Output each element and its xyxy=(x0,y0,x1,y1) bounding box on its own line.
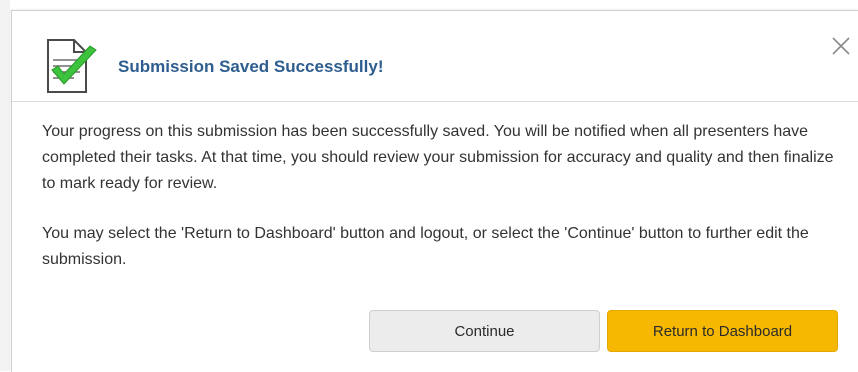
dialog-actions: Continue Return to Dashboard xyxy=(12,309,858,353)
submission-saved-dialog: Submission Saved Successfully! Your prog… xyxy=(11,10,858,372)
return-to-dashboard-button[interactable]: Return to Dashboard xyxy=(607,310,838,352)
close-icon[interactable] xyxy=(830,35,852,57)
header-divider xyxy=(12,101,858,102)
continue-button[interactable]: Continue xyxy=(369,310,600,352)
dialog-title: Submission Saved Successfully! xyxy=(118,57,384,76)
background-edge xyxy=(0,0,10,371)
dialog-header: Submission Saved Successfully! xyxy=(12,11,858,101)
document-check-icon xyxy=(47,39,97,93)
dialog-body: Your progress on this submission has bee… xyxy=(42,119,842,297)
message-paragraph: Your progress on this submission has bee… xyxy=(42,123,834,192)
instruction-paragraph: You may select the 'Return to Dashboard'… xyxy=(42,225,809,268)
